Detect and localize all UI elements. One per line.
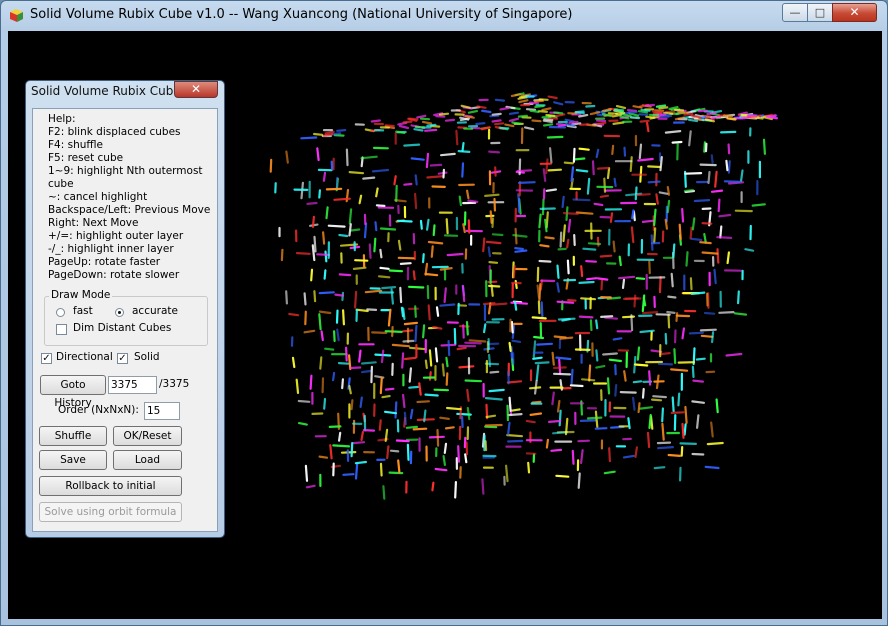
control-panel: Solid Volume Rubix Cube ✕ Help: F2: blink… bbox=[25, 80, 225, 538]
shuffle-button[interactable]: Shuffle bbox=[39, 426, 107, 446]
directional-checkbox[interactable]: ✓ bbox=[41, 353, 52, 364]
main-window: Solid Volume Rubix Cube v1.0 -- Wang Xua… bbox=[0, 0, 888, 626]
render-viewport[interactable]: Solid Volume Rubix Cube ✕ Help: F2: blink… bbox=[8, 31, 882, 619]
cube-app-icon bbox=[10, 9, 23, 22]
panel-title: Solid Volume Rubix Cube bbox=[31, 84, 181, 98]
help-line: Backspace/Left: Previous Move bbox=[48, 204, 211, 216]
accurate-label[interactable]: accurate bbox=[132, 305, 178, 317]
goto-history-button[interactable]: Goto History bbox=[40, 375, 106, 409]
help-line: -/_: highlight inner layer bbox=[48, 243, 174, 255]
save-button[interactable]: Save bbox=[39, 450, 107, 470]
dim-distant-checkbox[interactable] bbox=[56, 324, 67, 335]
history-total: /3375 bbox=[159, 378, 190, 390]
ok-reset-button[interactable]: OK/Reset bbox=[113, 426, 182, 446]
order-label: Order (NxNxN): bbox=[58, 404, 139, 416]
panel-body: Help: F2: blink displaced cubes F4: shuffl… bbox=[32, 108, 218, 532]
accurate-radio[interactable] bbox=[115, 308, 124, 317]
help-line: Right: Next Move bbox=[48, 217, 139, 229]
draw-mode-group: Draw Mode fast accurate Dim Distant Cube… bbox=[44, 289, 208, 346]
panel-close-button[interactable]: ✕ bbox=[174, 81, 218, 98]
help-line: PageUp: rotate faster bbox=[48, 256, 161, 268]
minimize-button[interactable]: — bbox=[782, 3, 808, 22]
window-title: Solid Volume Rubix Cube v1.0 -- Wang Xua… bbox=[30, 7, 573, 22]
rollback-button[interactable]: Rollback to initial bbox=[39, 476, 182, 496]
directional-label[interactable]: Directional bbox=[56, 351, 113, 363]
maximize-button[interactable]: □ bbox=[807, 3, 833, 22]
help-line: +/=: highlight outer layer bbox=[48, 230, 184, 242]
help-line: Help: bbox=[48, 113, 76, 125]
title-bar[interactable]: Solid Volume Rubix Cube v1.0 -- Wang Xua… bbox=[1, 1, 887, 31]
solid-label[interactable]: Solid bbox=[134, 351, 160, 363]
history-input[interactable]: 3375 bbox=[108, 376, 157, 394]
help-line: F4: shuffle bbox=[48, 139, 103, 151]
help-line: F2: blink displaced cubes bbox=[48, 126, 181, 138]
help-line: PageDown: rotate slower bbox=[48, 269, 180, 281]
close-button[interactable]: ✕ bbox=[832, 3, 877, 22]
help-line: cube bbox=[48, 178, 74, 190]
order-input[interactable]: 15 bbox=[144, 402, 180, 420]
fast-label[interactable]: fast bbox=[73, 305, 93, 317]
solve-orbit-button[interactable]: Solve using orbit formula bbox=[39, 502, 182, 522]
help-line: 1~9: highlight Nth outermost bbox=[48, 165, 203, 177]
load-button[interactable]: Load bbox=[113, 450, 182, 470]
fast-radio[interactable] bbox=[56, 308, 65, 317]
help-line: ~: cancel highlight bbox=[48, 191, 148, 203]
solid-checkbox[interactable]: ✓ bbox=[117, 353, 128, 364]
dim-distant-label[interactable]: Dim Distant Cubes bbox=[73, 322, 171, 334]
draw-mode-label: Draw Mode bbox=[49, 289, 113, 301]
help-line: F5: reset cube bbox=[48, 152, 124, 164]
